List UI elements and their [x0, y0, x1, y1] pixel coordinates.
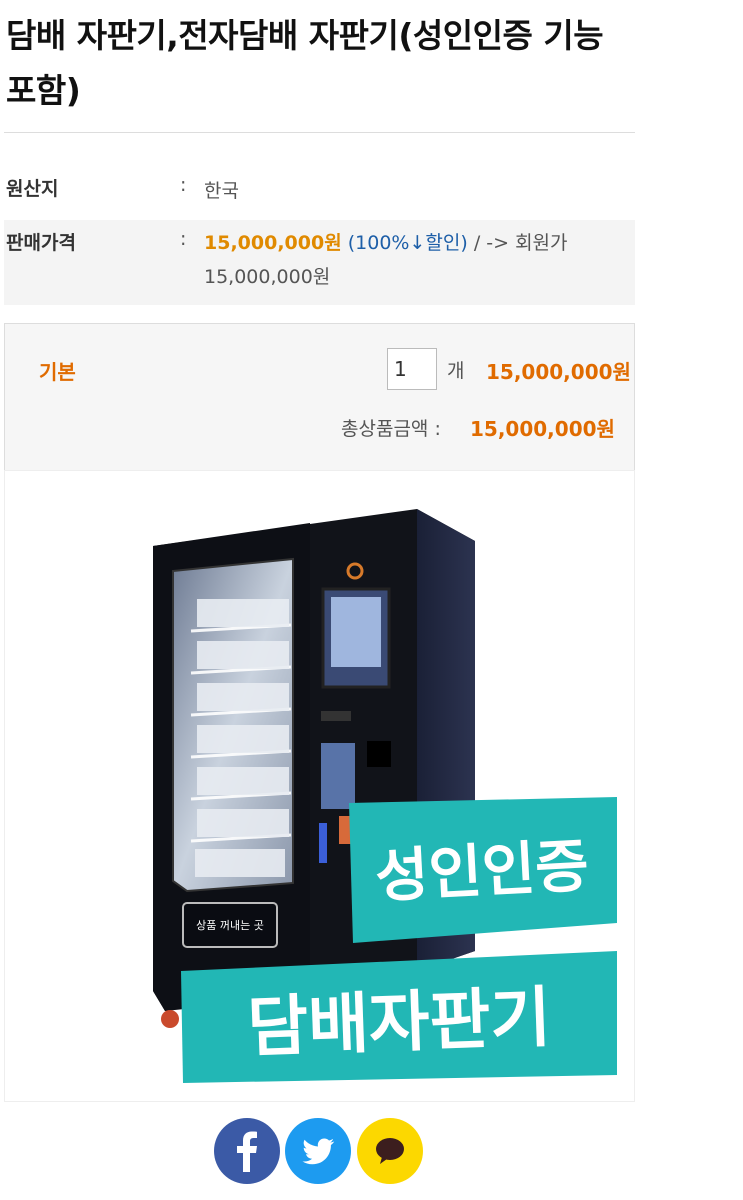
- quantity-input[interactable]: [387, 348, 437, 390]
- product-image: 상품 꺼내는 곳 성인인증 담배자판기: [4, 470, 635, 1102]
- twitter-icon: [302, 1138, 335, 1165]
- origin-value: 한국: [204, 180, 239, 202]
- origin-colon: :: [180, 174, 187, 196]
- option-price: 15,000,000원: [486, 360, 631, 384]
- member-price: 15,000,000원: [204, 266, 331, 288]
- product-title: 담배 자판기,전자담배 자판기(성인인증 기능 포함): [6, 16, 604, 110]
- kakaotalk-icon: [376, 1138, 404, 1164]
- facebook-icon: [237, 1131, 257, 1172]
- total-label: 총상품금액 :: [341, 418, 441, 440]
- origin-label: 원산지: [6, 178, 59, 200]
- quantity-unit: 개: [447, 360, 465, 382]
- price-value: 15,000,000원 (100%↓할인) / -> 회원가 15,000,00…: [204, 226, 624, 294]
- title-divider: [4, 132, 635, 133]
- option-box: 기본 개 15,000,000원 총상품금액 : 15,000,000원: [4, 323, 635, 471]
- total-price: 15,000,000원: [470, 417, 615, 441]
- twitter-share-button[interactable]: [285, 1118, 351, 1184]
- vending-machine-illustration: 상품 꺼내는 곳 성인인증 담배자판기: [153, 509, 617, 1083]
- option-name: 기본: [39, 360, 76, 384]
- origin-row: 원산지 : 한국: [4, 170, 635, 214]
- kakaotalk-share-button[interactable]: [357, 1118, 423, 1184]
- price-colon: :: [180, 228, 187, 250]
- badge-bottom-text: 담배자판기: [246, 979, 552, 1067]
- price-row: 판매가격 : 15,000,000원 (100%↓할인) / -> 회원가 15…: [4, 220, 635, 305]
- badge-top-text: 성인인증: [374, 831, 591, 910]
- discount-rate: (100%↓할인): [347, 232, 468, 254]
- price-label: 판매가격: [6, 232, 76, 254]
- pickup-slot-label: 상품 꺼내는 곳: [196, 919, 264, 932]
- sale-price: 15,000,000원: [204, 232, 342, 254]
- member-price-label: / -> 회원가: [473, 232, 568, 254]
- facebook-share-button[interactable]: [214, 1118, 280, 1184]
